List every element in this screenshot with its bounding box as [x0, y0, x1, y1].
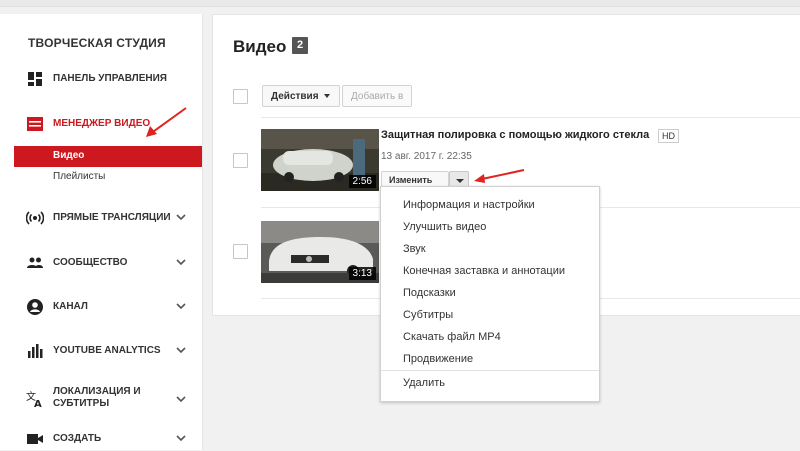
menu-item-end-screen[interactable]: Конечная заставка и аннотации: [381, 261, 599, 283]
create-video-icon: [27, 434, 43, 444]
menu-item-download-mp4[interactable]: Скачать файл MP4: [381, 327, 599, 349]
menu-divider: [381, 370, 599, 371]
add-to-button[interactable]: Добавить в: [342, 85, 412, 107]
sidebar-item-localization[interactable]: 文 A ЛОКАЛИЗАЦИЯ И СУБТИТРЫ: [0, 384, 202, 414]
svg-text:A: A: [34, 399, 42, 408]
actions-label: Действия: [271, 91, 319, 102]
actions-button[interactable]: Действия: [262, 85, 340, 107]
video-row-checkbox[interactable]: [233, 244, 248, 259]
chevron-down-icon[interactable]: [176, 212, 186, 222]
menu-item-label: Удалить: [403, 377, 445, 389]
menu-item-cards[interactable]: Подсказки: [381, 283, 599, 305]
menu-item-label: Скачать файл MP4: [403, 331, 501, 343]
chevron-down-icon[interactable]: [176, 301, 186, 311]
sidebar-item-live[interactable]: ПРЯМЫЕ ТРАНСЛЯЦИИ: [0, 206, 202, 230]
menu-item-subtitles[interactable]: Субтитры: [381, 305, 599, 327]
studio-title: ТВОРЧЕСКАЯ СТУДИЯ: [28, 36, 166, 50]
menu-item-label: Продвижение: [403, 353, 474, 365]
menu-item-label: Улучшить видео: [403, 221, 487, 233]
page-title: Видео: [233, 37, 287, 56]
sidebar-item-channel[interactable]: КАНАЛ: [0, 295, 202, 319]
sidebar-item-label: СООБЩЕСТВО: [53, 257, 128, 268]
menu-item-delete[interactable]: Удалить: [381, 373, 599, 395]
chevron-down-icon[interactable]: [176, 394, 186, 404]
video-thumbnail[interactable]: 3:13: [261, 221, 379, 283]
chevron-down-icon[interactable]: [176, 433, 186, 443]
sidebar: ТВОРЧЕСКАЯ СТУДИЯ ПАНЕЛЬ УПРАВЛЕНИЯ МЕНЕ…: [0, 14, 203, 450]
sidebar-item-label: ПРЯМЫЕ ТРАНСЛЯЦИИ: [53, 212, 171, 223]
video-title-link[interactable]: Защитная полировка с помощью жидкого сте…: [381, 129, 649, 141]
sidebar-item-label: МЕНЕДЖЕР ВИДЕО: [53, 118, 151, 129]
community-icon: [27, 257, 43, 268]
sidebar-subitem-playlists[interactable]: Плейлисты: [14, 167, 202, 188]
caret-down-icon: [323, 94, 330, 99]
sidebar-item-analytics[interactable]: YOUTUBE ANALYTICS: [0, 339, 202, 363]
video-manager-icon: [27, 117, 43, 131]
sidebar-item-label: ПАНЕЛЬ УПРАВЛЕНИЯ: [53, 73, 167, 84]
video-duration: 2:56: [348, 175, 376, 188]
sidebar-item-label: YOUTUBE ANALYTICS: [53, 345, 161, 356]
edit-dropdown-menu: Информация и настройки Улучшить видео Зв…: [380, 186, 600, 402]
menu-item-audio[interactable]: Звук: [381, 239, 599, 261]
video-date: 13 авг. 2017 г. 22:35: [381, 151, 472, 162]
menu-item-label: Информация и настройки: [403, 199, 535, 211]
menu-item-label: Звук: [403, 243, 426, 255]
menu-item-info-settings[interactable]: Информация и настройки: [381, 195, 599, 217]
live-broadcast-icon: [26, 211, 44, 225]
hd-badge: HD: [658, 129, 679, 143]
video-row-checkbox[interactable]: [233, 153, 248, 168]
sidebar-item-label: СУБТИТРЫ: [53, 398, 110, 409]
caret-down-icon: [456, 179, 464, 183]
video-thumbnail[interactable]: 2:56: [261, 129, 379, 191]
sidebar-subitem-label: Плейлисты: [53, 171, 106, 182]
video-duration: 3:13: [348, 267, 376, 280]
menu-item-label: Субтитры: [403, 309, 454, 321]
sidebar-subitem-videos[interactable]: Видео: [14, 146, 202, 167]
menu-item-promote[interactable]: Продвижение: [381, 349, 599, 371]
chevron-down-icon[interactable]: [176, 345, 186, 355]
sidebar-item-community[interactable]: СООБЩЕСТВО: [0, 251, 202, 275]
sidebar-item-label: ЛОКАЛИЗАЦИЯ И: [53, 386, 141, 397]
menu-item-label: Конечная заставка и аннотации: [403, 265, 566, 277]
channel-icon: [27, 299, 43, 315]
top-strip: [0, 0, 800, 7]
sidebar-item-label: КАНАЛ: [53, 301, 88, 312]
select-all-checkbox[interactable]: [233, 89, 248, 104]
sidebar-item-create[interactable]: СОЗДАТЬ: [0, 427, 202, 451]
dashboard-icon: [28, 72, 42, 86]
sidebar-item-label: СОЗДАТЬ: [53, 433, 102, 444]
sidebar-subitem-label: Видео: [53, 150, 85, 161]
menu-item-enhance[interactable]: Улучшить видео: [381, 217, 599, 239]
chevron-down-icon[interactable]: [176, 257, 186, 267]
analytics-icon: [28, 344, 43, 358]
sidebar-item-video-manager[interactable]: МЕНЕДЖЕР ВИДЕО: [0, 112, 202, 136]
video-count-badge: 2: [292, 37, 308, 54]
translate-icon: 文 A: [26, 390, 42, 408]
sidebar-item-dashboard[interactable]: ПАНЕЛЬ УПРАВЛЕНИЯ: [0, 67, 202, 91]
menu-item-label: Подсказки: [403, 287, 456, 299]
divider: [261, 117, 800, 118]
